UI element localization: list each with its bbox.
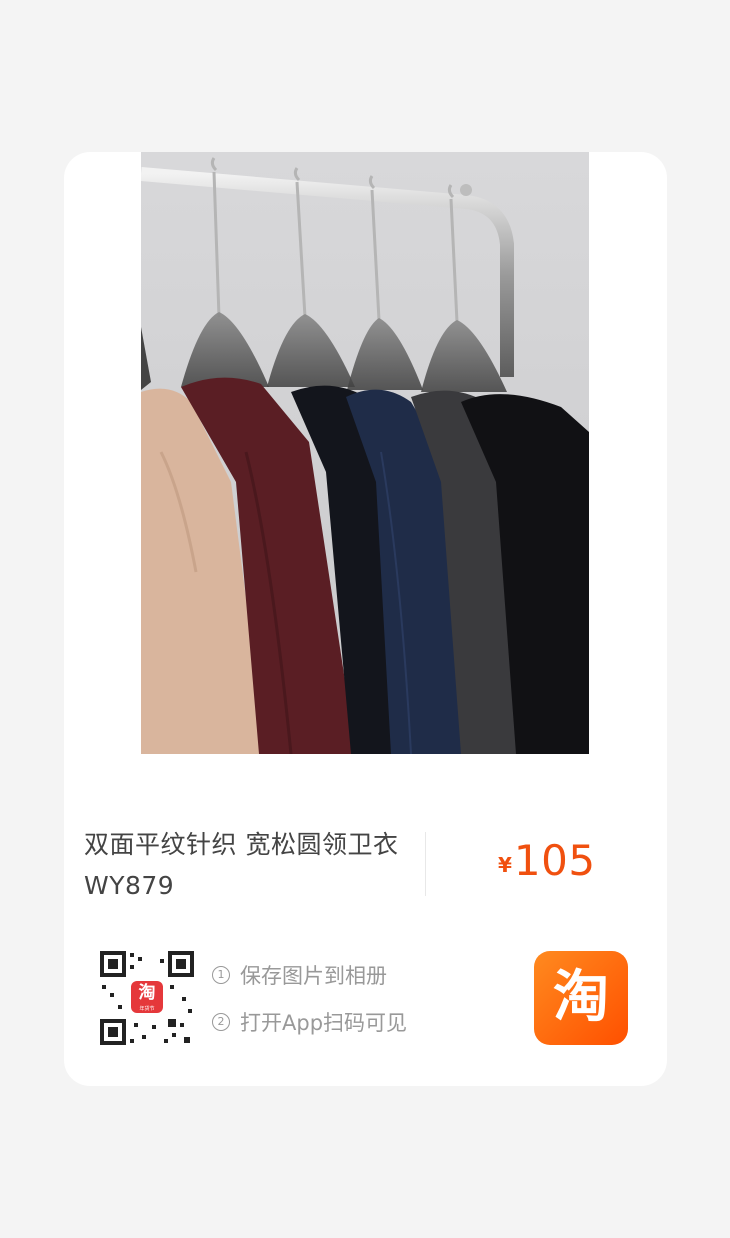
- instruction-step-1: 1 保存图片到相册: [212, 960, 387, 990]
- product-title[interactable]: 双面平纹针织 宽松圆领卫衣 WY879: [84, 824, 414, 906]
- product-image[interactable]: [141, 152, 589, 754]
- step-2-number: 2: [212, 1013, 230, 1031]
- product-price: ¥ 105: [498, 836, 596, 885]
- qr-code-icon[interactable]: 淘 年货节: [100, 951, 194, 1045]
- taobao-logo-icon[interactable]: 淘: [534, 951, 628, 1045]
- divider: [425, 832, 426, 896]
- badge-text: 淘: [138, 983, 156, 1003]
- step-1-number: 1: [212, 966, 230, 984]
- badge-subtext: 年货节: [139, 1006, 155, 1012]
- currency-symbol: ¥: [498, 853, 512, 877]
- taobao-badge-icon: 淘 年货节: [131, 981, 163, 1013]
- instruction-step-2: 2 打开App扫码可见: [212, 1007, 407, 1037]
- step-2-text: 打开App扫码可见: [240, 1011, 408, 1035]
- share-card: 双面平纹针织 宽松圆领卫衣 WY879 ¥ 105 淘 年货节 1 保存图片到相…: [64, 152, 667, 1086]
- step-1-text: 保存图片到相册: [240, 964, 387, 988]
- price-amount: 105: [513, 836, 596, 885]
